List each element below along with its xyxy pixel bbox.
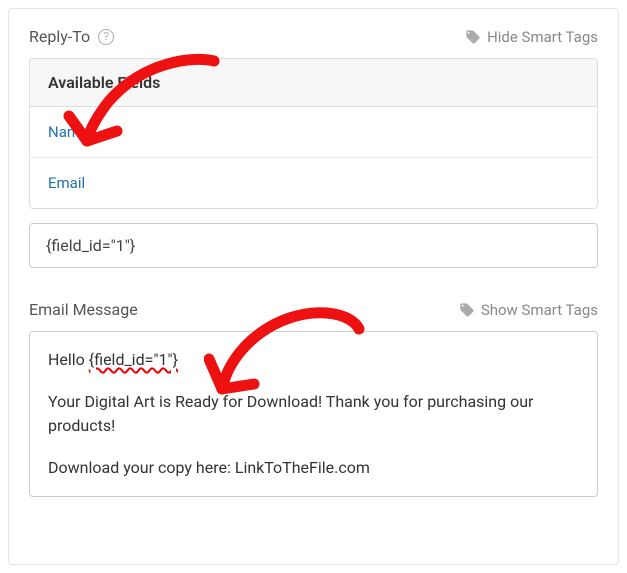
email-message-header: Email Message Show Smart Tags	[29, 300, 598, 319]
tag-icon	[465, 29, 481, 45]
message-line-3: Download your copy here: LinkToTheFile.c…	[48, 456, 579, 480]
reply-to-header: Reply-To ? Hide Smart Tags	[29, 27, 598, 46]
available-fields-header: Available Fields	[30, 59, 597, 107]
field-tag: {field_id="1"}	[89, 350, 178, 369]
hide-smart-tags-link[interactable]: Hide Smart Tags	[465, 28, 598, 46]
message-line-1: Hello {field_id="1"}	[48, 348, 579, 372]
reply-to-input[interactable]	[29, 223, 598, 268]
greeting-text: Hello	[48, 350, 89, 369]
email-message-label-row: Email Message	[29, 300, 138, 319]
help-icon[interactable]: ?	[98, 29, 114, 45]
email-message-label: Email Message	[29, 300, 138, 319]
tag-icon	[459, 302, 475, 318]
hide-smart-tags-label: Hide Smart Tags	[487, 28, 598, 46]
message-line-2: Your Digital Art is Ready for Download! …	[48, 390, 579, 438]
email-message-body[interactable]: Hello {field_id="1"} Your Digital Art is…	[29, 331, 598, 497]
settings-panel: Reply-To ? Hide Smart Tags Available Fie…	[8, 8, 619, 565]
available-fields-box: Available Fields Name Email	[29, 58, 598, 209]
reply-to-label-row: Reply-To ?	[29, 27, 114, 46]
show-smart-tags-link[interactable]: Show Smart Tags	[459, 301, 598, 319]
show-smart-tags-label: Show Smart Tags	[481, 301, 598, 319]
field-item-name[interactable]: Name	[30, 107, 597, 157]
reply-to-label: Reply-To	[29, 27, 90, 46]
field-item-email[interactable]: Email	[30, 157, 597, 208]
